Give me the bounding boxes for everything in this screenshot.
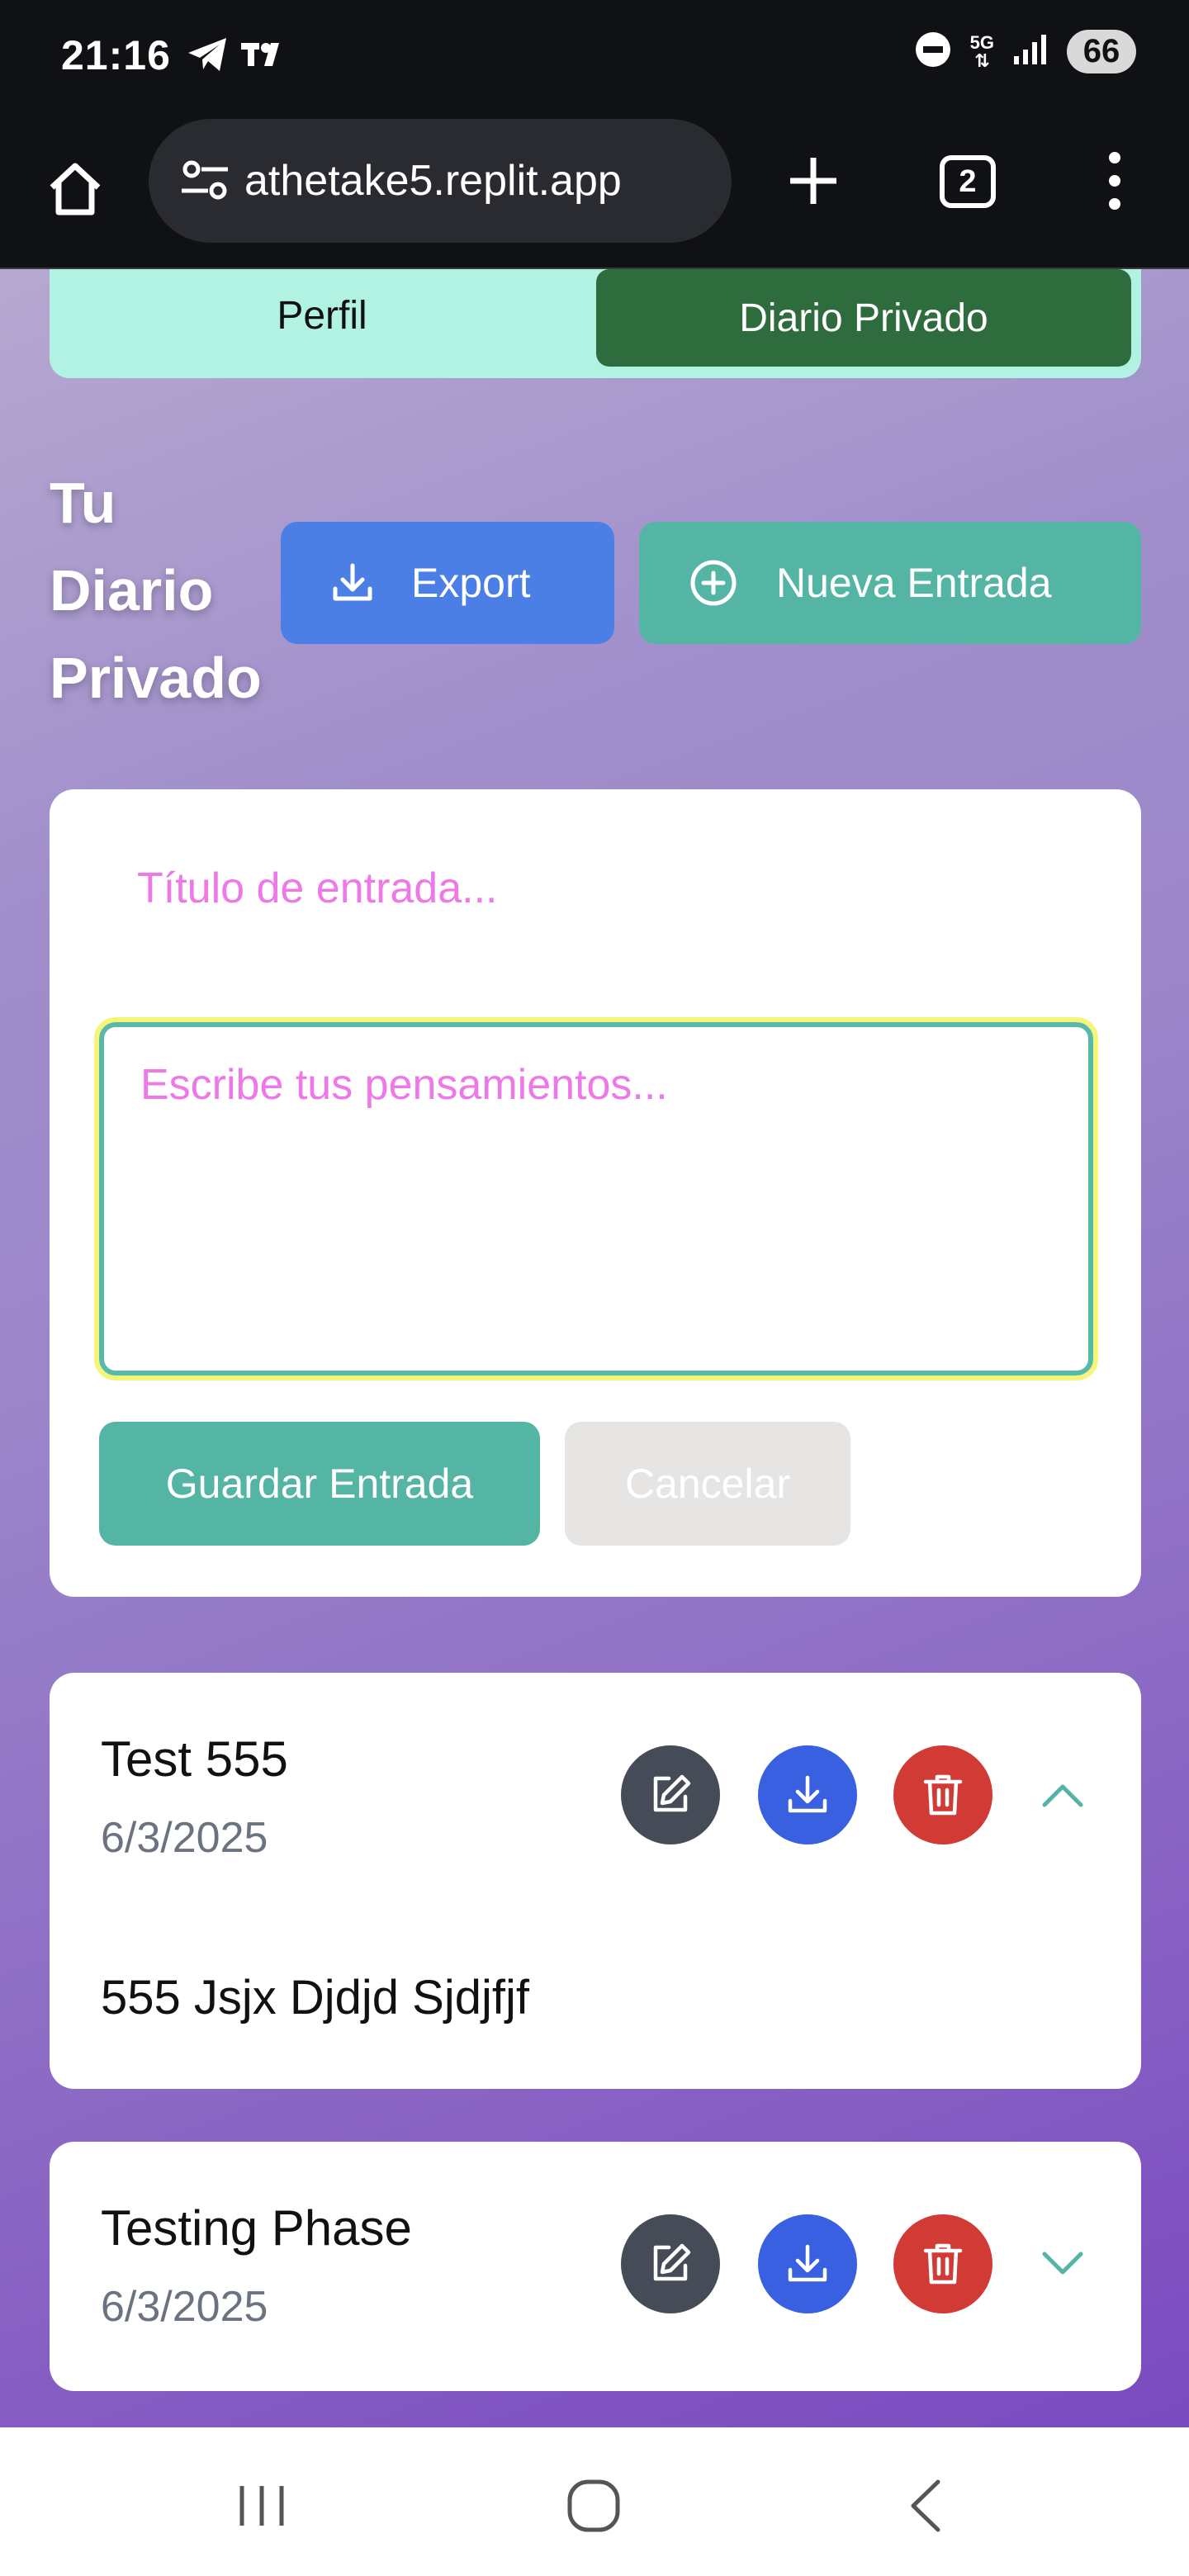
- chevron-down-icon: [1042, 2252, 1083, 2275]
- home-circle-icon: [567, 2479, 620, 2532]
- status-right: 5G ⇅ 66: [914, 30, 1136, 73]
- download-entry-button[interactable]: [758, 1745, 857, 1844]
- entry-date: 6/3/2025: [101, 1814, 268, 1862]
- dnd-icon: [914, 31, 952, 73]
- menu-dot: [1109, 198, 1120, 210]
- new-entry-button[interactable]: Nueva Entrada: [639, 522, 1141, 644]
- edit-icon: [653, 2243, 691, 2281]
- address-bar[interactable]: athetake5.replit.app: [149, 119, 732, 243]
- download-entry-button[interactable]: [758, 2214, 857, 2313]
- menu-dot: [1109, 175, 1120, 187]
- tab-switcher-button[interactable]: 2: [940, 155, 996, 208]
- home-nav-button[interactable]: [557, 2469, 631, 2543]
- network-label: 5G: [969, 31, 994, 53]
- tab-diario-privado[interactable]: Diario Privado: [596, 269, 1131, 367]
- plus-icon: [790, 158, 836, 204]
- trash-icon: [923, 2243, 963, 2285]
- url-text[interactable]: athetake5.replit.app: [244, 156, 707, 206]
- back-icon: [911, 2479, 940, 2532]
- entry-title-input[interactable]: [91, 847, 1082, 930]
- new-tab-button[interactable]: [776, 144, 850, 218]
- edit-entry-button[interactable]: [621, 2214, 720, 2313]
- save-entry-button[interactable]: Guardar Entrada: [99, 1422, 540, 1546]
- trash-icon: [923, 1774, 963, 1816]
- site-settings-button[interactable]: [172, 158, 238, 204]
- entry-body-textarea[interactable]: [94, 1017, 1098, 1380]
- home-icon: [50, 163, 101, 215]
- delete-entry-button[interactable]: [893, 1745, 992, 1844]
- download-icon: [788, 1775, 827, 1813]
- chevron-up-icon: [1042, 1784, 1083, 1807]
- tune-icon: [182, 160, 228, 200]
- system-nav-bar: [0, 2427, 1189, 2576]
- telegram-icon: [187, 36, 230, 77]
- diary-entry-card: Test 555 6/3/2025 555 Jsjx Djdjd Sjdjfjf: [50, 1673, 1141, 2089]
- section-tabs: Perfil Diario Privado: [50, 269, 1141, 378]
- edit-icon: [653, 1774, 691, 1812]
- edit-entry-button[interactable]: [621, 1745, 720, 1844]
- entry-date: 6/3/2025: [101, 2283, 268, 2331]
- browser-toolbar: athetake5.replit.app 2: [0, 111, 1189, 269]
- download-icon: [788, 2244, 827, 2282]
- delete-entry-button[interactable]: [893, 2214, 992, 2313]
- recent-apps-button[interactable]: [225, 2469, 299, 2543]
- recents-icon: [239, 2486, 284, 2526]
- collapse-entry-button[interactable]: [1034, 1770, 1092, 1820]
- entry-body-text: 555 Jsjx Djdjd Sjdjfjf: [101, 1971, 529, 2024]
- diary-entry-card: Testing Phase 6/3/2025: [50, 2142, 1141, 2391]
- new-entry-label: Nueva Entrada: [776, 560, 1052, 606]
- cancel-button[interactable]: Cancelar: [565, 1422, 850, 1546]
- home-button[interactable]: [38, 152, 112, 226]
- status-left-icons: [187, 36, 287, 77]
- battery-icon: 66: [1067, 30, 1136, 73]
- entry-title: Testing Phase: [101, 2200, 412, 2256]
- 5g-icon: 5G ⇅: [969, 31, 994, 71]
- page-content: Perfil Diario Privado Tu Diario Privado …: [0, 269, 1189, 2427]
- download-icon: [333, 563, 372, 601]
- tradingview-icon: [241, 40, 287, 73]
- export-button[interactable]: Export: [281, 522, 614, 644]
- plus-circle-icon: [690, 560, 737, 606]
- browser-menu-button[interactable]: [1090, 144, 1139, 218]
- page-title: Tu Diario Privado: [50, 471, 262, 710]
- status-time: 21:16: [61, 32, 171, 78]
- signal-icon: [1012, 33, 1049, 70]
- export-label: Export: [411, 560, 531, 606]
- expand-entry-button[interactable]: [1034, 2239, 1092, 2289]
- menu-dot: [1109, 152, 1120, 163]
- back-button[interactable]: [888, 2469, 963, 2543]
- status-bar: 21:16 5G ⇅ 66: [0, 0, 1189, 111]
- tab-perfil[interactable]: Perfil: [50, 269, 594, 370]
- entry-title: Test 555: [101, 1731, 288, 1787]
- entry-editor-card: Guardar Entrada Cancelar: [50, 789, 1141, 1597]
